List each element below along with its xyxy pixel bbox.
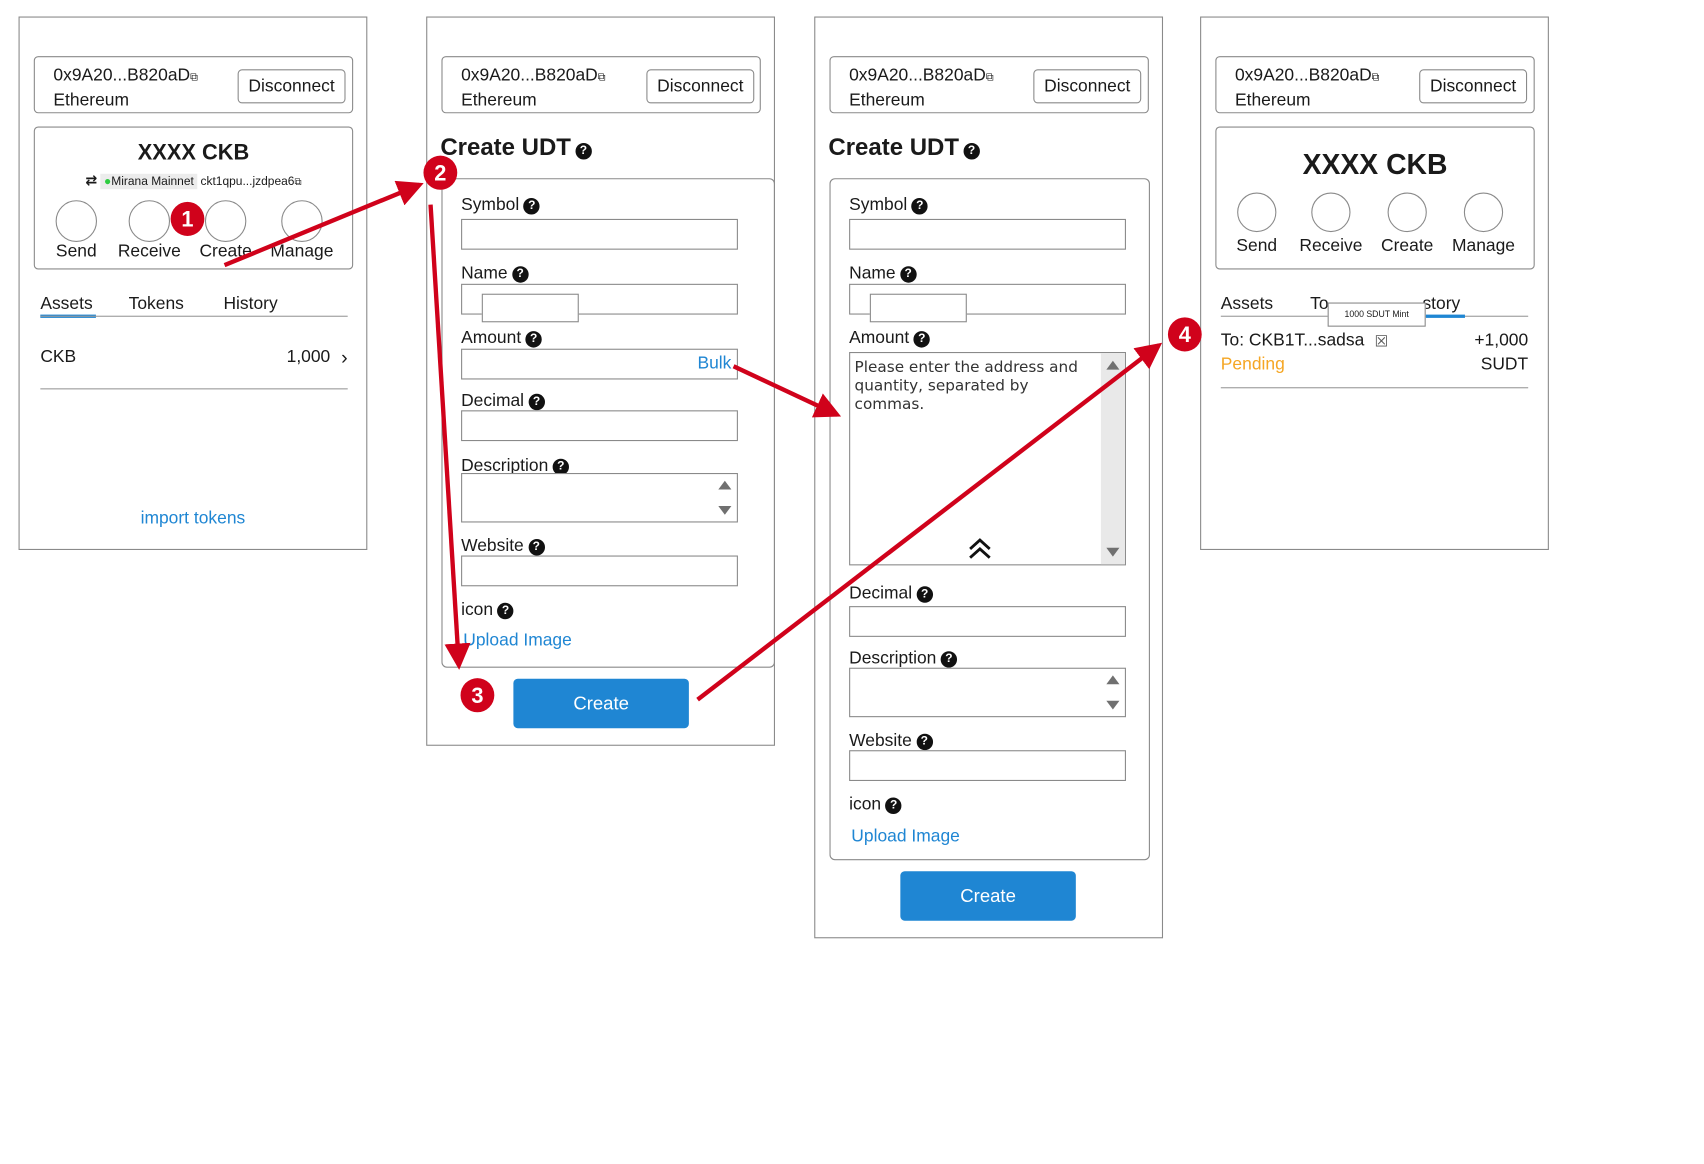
step-badge-1: 1 (170, 201, 205, 236)
arrow-bulk (732, 364, 842, 418)
svg-text:4: 4 (1179, 322, 1192, 347)
svg-text:2: 2 (434, 160, 446, 185)
arrow-step-3 (696, 342, 1163, 702)
arrow-step-2 (428, 204, 471, 670)
flow-arrows: 1 2 3 4 (170, 155, 1202, 713)
step-badge-2: 2 (423, 155, 458, 190)
svg-text:3: 3 (471, 683, 483, 708)
step-badge-4: 4 (1167, 317, 1202, 352)
arrow-step-1 (223, 180, 424, 268)
step-badge-3: 3 (460, 678, 495, 713)
svg-text:1: 1 (181, 207, 193, 232)
